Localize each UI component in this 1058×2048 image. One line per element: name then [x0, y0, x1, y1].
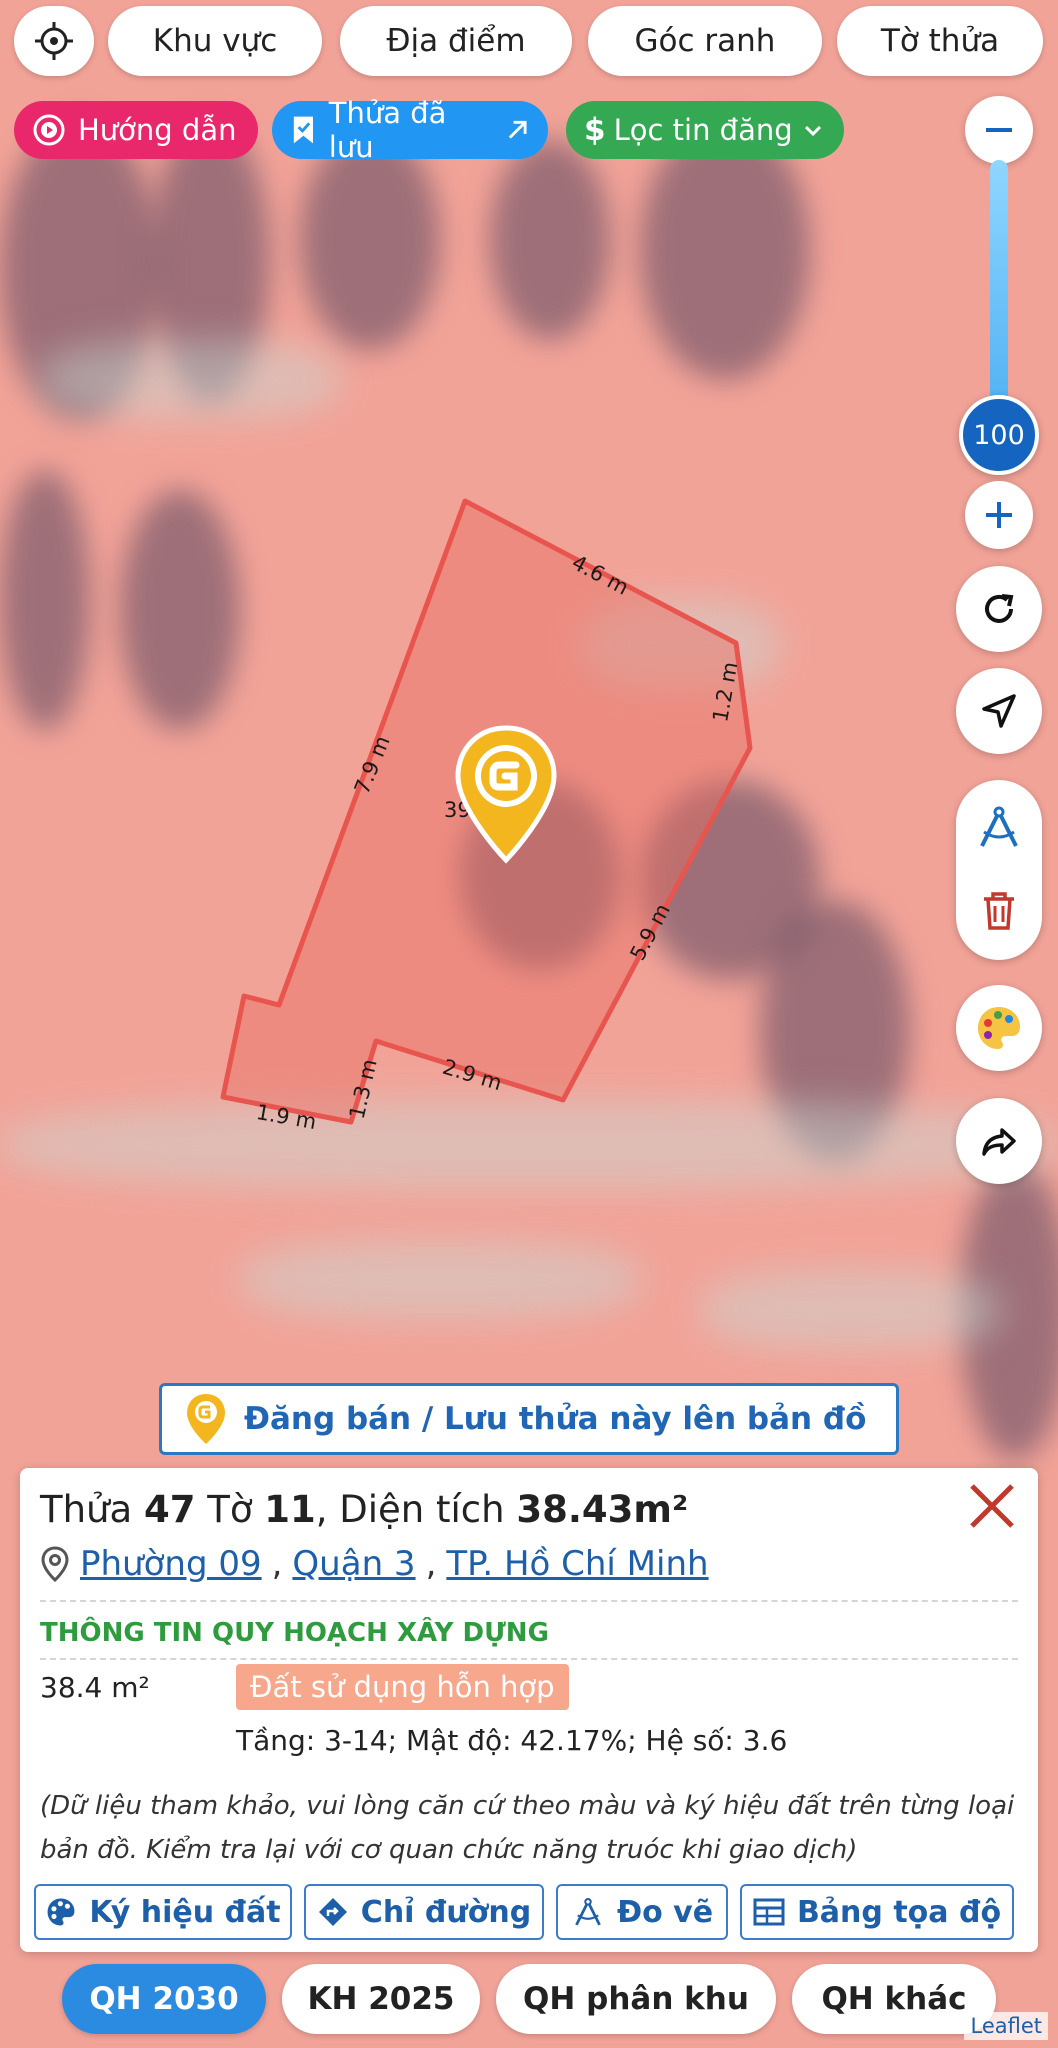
plus-icon [986, 502, 1012, 528]
gps-target-icon [35, 22, 73, 60]
table-icon [753, 1898, 785, 1926]
land-symbol-button[interactable]: Ký hiệu đất [34, 1884, 292, 1940]
sheet-number: 11 [264, 1488, 316, 1531]
parcel-overlay [220, 498, 753, 1125]
location-marker-icon [187, 1394, 225, 1444]
play-circle-icon [33, 114, 65, 146]
tab-goc-ranh[interactable]: Góc ranh [588, 6, 822, 76]
location-marker-icon[interactable] [452, 724, 560, 864]
post-banner-label: Đăng bán / Lưu thửa này lên bản đồ [244, 1401, 867, 1437]
refresh-icon [985, 594, 1014, 623]
land-symbol-label: Ký hiệu đất [89, 1894, 281, 1930]
area-prefix: , Diện tích [315, 1488, 505, 1531]
zoom-slider-handle[interactable]: 100 [959, 395, 1039, 475]
city-link[interactable]: TP. Hồ Chí Minh [446, 1544, 708, 1584]
address-separator: , [425, 1544, 437, 1584]
zone-detail: Tầng: 3-14; Mật độ: 42.17%; Hệ số: 3.6 [236, 1724, 788, 1757]
zoom-in-button[interactable] [965, 481, 1033, 549]
share-button[interactable] [956, 1098, 1042, 1184]
tab-kh-2025[interactable]: KH 2025 [282, 1964, 480, 2034]
draw-tools-group [956, 780, 1042, 960]
delete-drawing-button[interactable] [956, 872, 1042, 950]
trash-icon [984, 892, 1014, 930]
divider [40, 1600, 1018, 1602]
guide-label: Hướng dẫn [78, 113, 237, 147]
minus-icon [986, 128, 1012, 132]
tab-dia-diem[interactable]: Địa điểm [340, 6, 572, 76]
parcel-address: Phường 09, Quận 3, TP. Hồ Chí Minh [40, 1544, 709, 1584]
palette-icon [978, 1007, 1020, 1049]
close-icon[interactable] [964, 1478, 1020, 1534]
planning-section-title: THÔNG TIN QUY HOẠCH XÂY DỰNG [40, 1618, 549, 1648]
directions-label: Chỉ đường [360, 1894, 532, 1930]
saved-label: Thửa đã lưu [328, 96, 447, 164]
sheet-prefix: Tờ [207, 1488, 253, 1531]
directions-icon [318, 1898, 347, 1926]
disclaimer-note: (Dữ liệu tham khảo, vui lòng căn cứ theo… [40, 1791, 1015, 1865]
coordinate-table-label: Bảng tọa độ [796, 1894, 1002, 1930]
divider [40, 1658, 1018, 1660]
refresh-button[interactable] [956, 566, 1042, 652]
parcel-area: 38.43m² [516, 1488, 689, 1531]
draw-measure-button[interactable] [956, 788, 1042, 866]
address-separator: , [271, 1544, 283, 1584]
saved-parcels-button[interactable]: Thửa đã lưu [272, 96, 548, 164]
map-style-button[interactable] [956, 985, 1042, 1071]
measure-draw-label: Đo vẽ [616, 1894, 714, 1930]
parcel-title: Thửa 47 Tờ 11, Diện tích 38.43m² [40, 1488, 688, 1531]
compass-draw-icon [575, 1898, 601, 1926]
tab-khu-vuc[interactable]: Khu vực [108, 6, 322, 76]
map-attribution[interactable]: Leaflet [964, 2012, 1048, 2040]
parcel-info-card: Thửa 47 Tờ 11, Diện tích 38.43m² Phường … [20, 1468, 1038, 1952]
coordinate-table-button[interactable]: Bảng tọa độ [740, 1884, 1014, 1940]
chevron-down-icon [804, 125, 821, 137]
share-arrow-icon [982, 1128, 1016, 1156]
zone-area: 38.4 m² [40, 1671, 150, 1704]
bookmark-icon [293, 116, 313, 144]
zone-type-badge: Đất sử dụng hỗn hợp [236, 1664, 569, 1710]
parcel-prefix: Thửa [40, 1488, 133, 1531]
measure-draw-button[interactable]: Đo vẽ [556, 1884, 728, 1940]
palette-icon [47, 1898, 75, 1926]
guide-button[interactable]: Hướng dẫn [14, 101, 258, 159]
tab-to-thua[interactable]: Tờ thửa [837, 6, 1043, 76]
dollar-icon: $ [584, 112, 606, 148]
arrow-up-right-icon [508, 120, 527, 139]
district-link[interactable]: Quận 3 [292, 1544, 415, 1584]
locate-button[interactable] [14, 6, 94, 76]
parcel-number: 47 [143, 1488, 196, 1531]
post-parcel-banner[interactable]: Đăng bán / Lưu thửa này lên bản đồ [159, 1383, 899, 1455]
compass-draw-icon [980, 806, 1018, 847]
filter-label: Lọc tin đăng [613, 113, 793, 147]
map-pin-icon [41, 1546, 69, 1582]
ward-link[interactable]: Phường 09 [80, 1544, 262, 1584]
navigate-button[interactable] [956, 668, 1042, 754]
directions-button[interactable]: Chỉ đường [304, 1884, 544, 1940]
navigation-arrow-icon [982, 694, 1016, 728]
filter-listings-button[interactable]: $ Lọc tin đăng [566, 101, 844, 159]
tab-qh-2030[interactable]: QH 2030 [62, 1964, 266, 2034]
zoom-out-button[interactable] [965, 96, 1033, 164]
tab-qh-phan-khu[interactable]: QH phân khu [496, 1964, 776, 2034]
